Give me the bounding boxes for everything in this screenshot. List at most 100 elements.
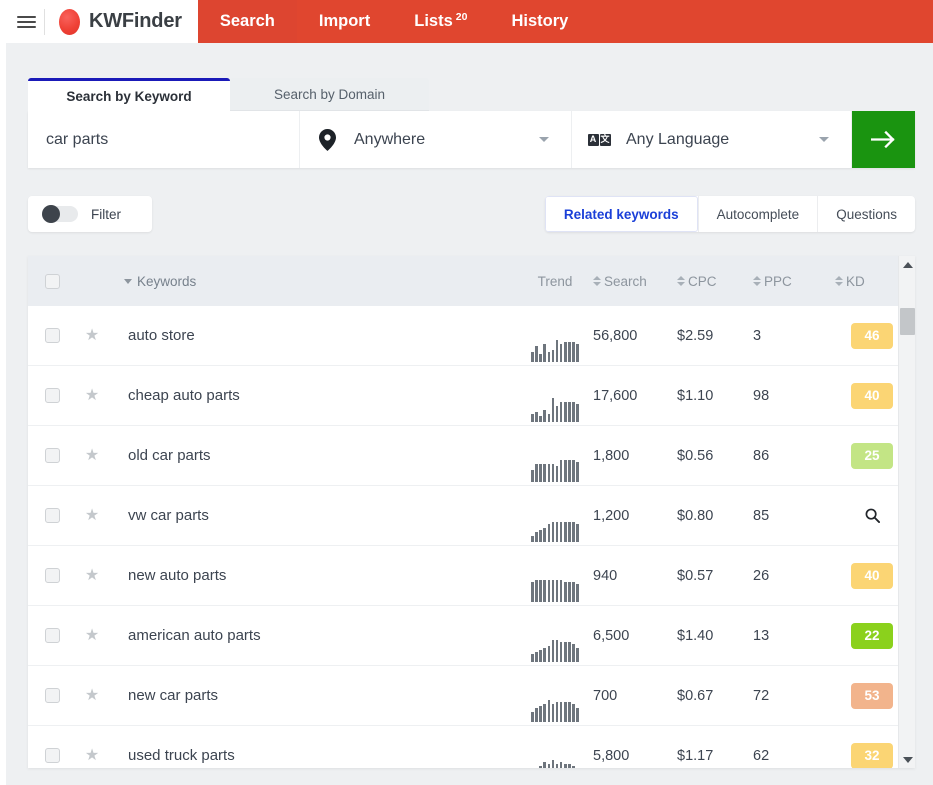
- filter-toggle-switch[interactable]: [42, 206, 78, 222]
- keyword-input-wrapper[interactable]: [28, 111, 300, 168]
- nav-item-history[interactable]: History: [489, 0, 590, 43]
- chevron-down-icon: [819, 137, 829, 142]
- row-keyword[interactable]: auto store: [108, 327, 519, 344]
- row-checkbox[interactable]: [45, 748, 60, 763]
- search-submit-button[interactable]: [852, 111, 915, 168]
- nav-item-history-label: History: [511, 12, 568, 31]
- trend-sparkline-chart: [531, 756, 579, 769]
- row-checkbox[interactable]: [45, 628, 60, 643]
- table-row[interactable]: ★new auto parts940$0.572640: [28, 546, 915, 606]
- row-keyword[interactable]: used truck parts: [108, 747, 519, 764]
- favorite-star-icon[interactable]: ★: [85, 688, 99, 704]
- row-checkbox[interactable]: [45, 448, 60, 463]
- favorite-star-icon[interactable]: ★: [85, 388, 99, 404]
- row-keyword[interactable]: new car parts: [108, 687, 519, 704]
- scroll-up-arrow-icon[interactable]: [899, 256, 916, 273]
- table-row[interactable]: ★vw car parts1,200$0.8085: [28, 486, 915, 546]
- row-cpc: $0.56: [677, 448, 753, 464]
- scroll-down-arrow-icon[interactable]: [899, 751, 916, 768]
- nav-item-lists[interactable]: Lists 20: [392, 0, 489, 43]
- filter-toggle-button[interactable]: Filter: [28, 196, 152, 232]
- favorite-star-icon[interactable]: ★: [85, 748, 99, 764]
- column-header-ppc[interactable]: PPC: [753, 274, 829, 289]
- nav-item-search[interactable]: Search: [198, 0, 297, 43]
- table-row[interactable]: ★old car parts1,800$0.568625: [28, 426, 915, 486]
- table-row[interactable]: ★american auto parts6,500$1.401322: [28, 606, 915, 666]
- select-all-checkbox[interactable]: [45, 274, 60, 289]
- row-checkbox[interactable]: [45, 688, 60, 703]
- tab-autocomplete[interactable]: Autocomplete: [698, 196, 818, 232]
- brand-logo-link[interactable]: KWFinder: [47, 9, 198, 35]
- chevron-down-icon: [539, 137, 549, 142]
- main-nav-items: Search Import Lists 20 History: [198, 0, 933, 43]
- hamburger-menu-icon[interactable]: [8, 16, 44, 28]
- tab-search-by-domain-label: Search by Domain: [274, 87, 385, 102]
- sort-icon: [677, 276, 685, 286]
- table-scrollbar[interactable]: [898, 256, 915, 768]
- row-keyword[interactable]: old car parts: [108, 447, 519, 464]
- row-checkbox[interactable]: [45, 388, 60, 403]
- tab-related-keywords-label: Related keywords: [564, 207, 679, 222]
- table-row[interactable]: ★auto store56,800$2.59346: [28, 306, 915, 366]
- column-header-cpc[interactable]: CPC: [677, 274, 753, 289]
- trend-sparkline-chart: [531, 636, 579, 662]
- row-star-cell: ★: [76, 448, 108, 464]
- row-keyword[interactable]: cheap auto parts: [108, 387, 519, 404]
- sort-icon: [593, 276, 601, 286]
- trend-sparkline-chart: [531, 516, 579, 542]
- language-selector[interactable]: A 文 Any Language: [572, 111, 852, 168]
- trend-sparkline-chart: [531, 696, 579, 722]
- row-cpc: $1.10: [677, 388, 753, 404]
- row-select-cell: [28, 448, 76, 463]
- search-panel: Search by Keyword Search by Domain Anywh…: [28, 78, 915, 168]
- table-row[interactable]: ★new car parts700$0.677253: [28, 666, 915, 726]
- row-keyword[interactable]: vw car parts: [108, 507, 519, 524]
- scrollbar-thumb[interactable]: [900, 308, 915, 335]
- row-search-volume: 17,600: [591, 388, 677, 404]
- translate-icon-glyph-a: A: [588, 134, 599, 146]
- row-star-cell: ★: [76, 748, 108, 764]
- row-ppc: 26: [753, 568, 829, 584]
- column-header-keywords[interactable]: Keywords: [108, 274, 519, 289]
- trend-sparkline-chart: [531, 396, 579, 422]
- keyword-search-input[interactable]: [46, 131, 299, 149]
- row-checkbox[interactable]: [45, 508, 60, 523]
- location-pin-icon: [300, 129, 354, 151]
- search-mode-tabs: Search by Keyword Search by Domain: [28, 78, 915, 111]
- tab-related-keywords[interactable]: Related keywords: [545, 196, 698, 232]
- table-body: ★auto store56,800$2.59346★cheap auto par…: [28, 306, 915, 768]
- search-icon[interactable]: [865, 508, 880, 523]
- column-header-search[interactable]: Search: [591, 274, 677, 289]
- trend-sparkline-chart: [531, 336, 579, 362]
- row-search-volume: 1,200: [591, 508, 677, 524]
- row-search-volume: 5,800: [591, 748, 677, 764]
- favorite-star-icon[interactable]: ★: [85, 328, 99, 344]
- row-keyword[interactable]: american auto parts: [108, 627, 519, 644]
- favorite-star-icon[interactable]: ★: [85, 628, 99, 644]
- tab-questions[interactable]: Questions: [817, 196, 915, 232]
- row-star-cell: ★: [76, 508, 108, 524]
- row-ppc: 3: [753, 328, 829, 344]
- table-row[interactable]: ★used truck parts5,800$1.176232: [28, 726, 915, 768]
- location-selector[interactable]: Anywhere: [300, 111, 572, 168]
- tab-search-by-domain[interactable]: Search by Domain: [230, 78, 429, 111]
- translate-icon: A 文: [572, 134, 626, 146]
- row-keyword[interactable]: new auto parts: [108, 567, 519, 584]
- favorite-star-icon[interactable]: ★: [85, 448, 99, 464]
- row-cpc: $2.59: [677, 328, 753, 344]
- column-header-kd-label: KD: [846, 274, 865, 289]
- row-checkbox[interactable]: [45, 568, 60, 583]
- table-row[interactable]: ★cheap auto parts17,600$1.109840: [28, 366, 915, 426]
- row-checkbox[interactable]: [45, 328, 60, 343]
- trend-sparkline-chart: [531, 456, 579, 482]
- kd-badge: 22: [851, 623, 893, 649]
- row-search-volume: 6,500: [591, 628, 677, 644]
- row-select-cell: [28, 688, 76, 703]
- favorite-star-icon[interactable]: ★: [85, 568, 99, 584]
- row-cpc: $0.67: [677, 688, 753, 704]
- keywords-table: Keywords Trend Search CPC PPC KD ★aut: [28, 256, 915, 768]
- favorite-star-icon[interactable]: ★: [85, 508, 99, 524]
- kd-badge: 25: [851, 443, 893, 469]
- nav-item-import[interactable]: Import: [297, 0, 392, 43]
- tab-search-by-keyword[interactable]: Search by Keyword: [28, 78, 230, 111]
